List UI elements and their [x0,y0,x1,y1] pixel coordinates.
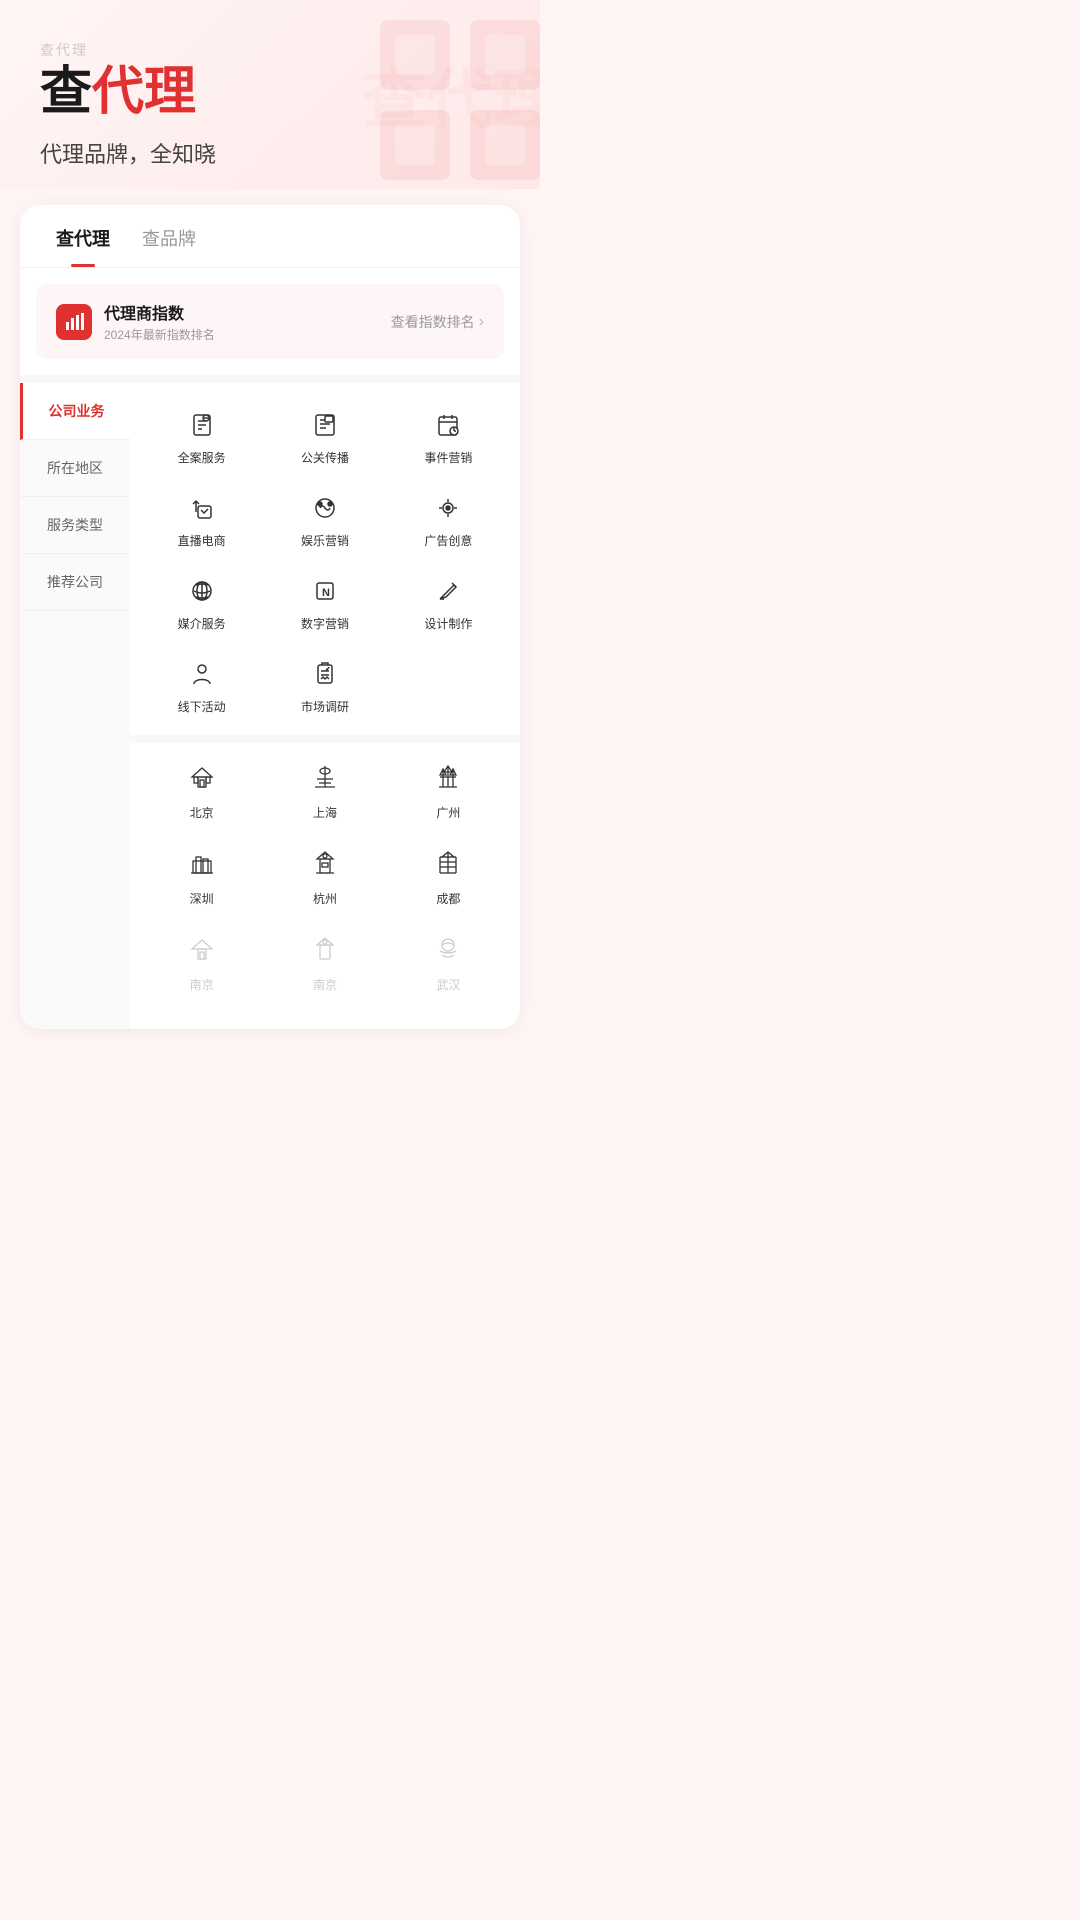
business-media[interactable]: 媒介服务 [142,565,261,644]
business-digital[interactable]: N 数字营销 [265,565,384,644]
filter-content: 全案服务 公关传播 [130,383,520,1029]
business-section: 全案服务 公关传播 [142,399,508,727]
design-icon [434,577,462,609]
shanghai-icon [311,763,339,798]
header: 查代理 查代理 查代理 代理品牌，全知晓 [0,0,540,189]
guangzhou-icon [434,763,462,798]
business-live-ecom[interactable]: 直播电商 [142,482,261,561]
city8-icon [311,935,339,970]
full-case-label: 全案服务 [178,449,226,466]
city8-label: 南京 [313,976,337,993]
offline-icon [188,660,216,692]
city-hangzhou[interactable]: 杭州 [265,837,384,919]
city-9[interactable]: 武汉 [389,923,508,1005]
filter-grid: 公司业务 所在地区 服务类型 推荐公司 [20,375,520,1029]
index-link[interactable]: 查看指数排名 › [391,312,484,332]
media-icon [188,577,216,609]
event-icon [434,411,462,443]
index-title: 代理商指数 [104,300,215,324]
city-shanghai[interactable]: 上海 [265,751,384,833]
digital-icon: N [311,577,339,609]
hangzhou-label: 杭州 [313,890,337,907]
shenzhen-icon [188,849,216,884]
index-link-arrow: › [479,313,484,331]
svg-text:查代理: 查代理 [361,62,540,136]
index-banner-left: 代理商指数 2024年最新指数排名 [56,300,215,343]
ad-creative-icon [434,494,462,526]
city9-label: 武汉 [436,976,460,993]
filter-recommend[interactable]: 推荐公司 [20,554,130,611]
digital-label: 数字营销 [301,615,349,632]
entertainment-label: 娱乐营销 [301,532,349,549]
header-watermark: 查代理 [350,0,540,189]
shanghai-label: 上海 [313,804,337,821]
city9-icon [434,935,462,970]
filter-business[interactable]: 公司业务 [20,383,130,440]
chengdu-icon [434,849,462,884]
business-full-case[interactable]: 全案服务 [142,399,261,478]
live-ecom-label: 直播电商 [178,532,226,549]
city7-label: 南京 [190,976,214,993]
city-8[interactable]: 南京 [265,923,384,1005]
index-icon [56,304,92,340]
entertainment-icon [311,494,339,526]
index-link-text: 查看指数排名 [391,312,475,332]
design-label: 设计制作 [424,615,472,632]
tab-brand[interactable]: 查品牌 [126,205,212,267]
city-shenzhen[interactable]: 深圳 [142,837,261,919]
chengdu-label: 成都 [436,890,460,907]
index-info: 代理商指数 2024年最新指数排名 [104,300,215,343]
title-red-part: 代理 [92,63,196,121]
market-research-icon [311,660,339,692]
city-beijing[interactable]: 北京 [142,751,261,833]
section-divider [130,735,520,743]
city7-icon [188,935,216,970]
main-card: 查代理 查品牌 代理商指数 2024年最新指数排名 查看指数排名 › [20,205,520,1029]
business-entertainment[interactable]: 娱乐营销 [265,482,384,561]
guangzhou-label: 广州 [436,804,460,821]
business-ad-creative[interactable]: 广告创意 [389,482,508,561]
business-design[interactable]: 设计制作 [389,565,508,644]
city-grid: 北京 上海 [142,751,508,1005]
business-grid: 全案服务 公关传播 [142,399,508,727]
shenzhen-label: 深圳 [190,890,214,907]
index-subtitle: 2024年最新指数排名 [104,326,215,343]
title-black-part: 查 [40,63,92,121]
city-section: 北京 上海 [142,743,508,1013]
business-offline[interactable]: 线下活动 [142,648,261,727]
business-pr[interactable]: 公关传播 [265,399,384,478]
hangzhou-icon [311,849,339,884]
media-label: 媒介服务 [178,615,226,632]
business-event[interactable]: 事件营销 [389,399,508,478]
business-market-research[interactable]: 市场调研 [265,648,384,727]
city-chengdu[interactable]: 成都 [389,837,508,919]
beijing-label: 北京 [190,804,214,821]
filter-service-type[interactable]: 服务类型 [20,497,130,554]
live-ecom-icon [188,494,216,526]
pr-icon [311,411,339,443]
city-guangzhou[interactable]: 广州 [389,751,508,833]
filter-region[interactable]: 所在地区 [20,440,130,497]
event-label: 事件营销 [424,449,472,466]
pr-label: 公关传播 [301,449,349,466]
index-banner[interactable]: 代理商指数 2024年最新指数排名 查看指数排名 › [36,284,504,359]
filter-sidebar: 公司业务 所在地区 服务类型 推荐公司 [20,383,130,1029]
ad-creative-label: 广告创意 [424,532,472,549]
offline-label: 线下活动 [178,698,226,715]
tab-agent[interactable]: 查代理 [40,205,126,267]
market-research-label: 市场调研 [301,698,349,715]
city-7[interactable]: 南京 [142,923,261,1005]
tab-bar: 查代理 查品牌 [20,205,520,268]
full-case-icon [188,411,216,443]
beijing-icon [188,763,216,798]
svg-text:N: N [322,587,330,599]
